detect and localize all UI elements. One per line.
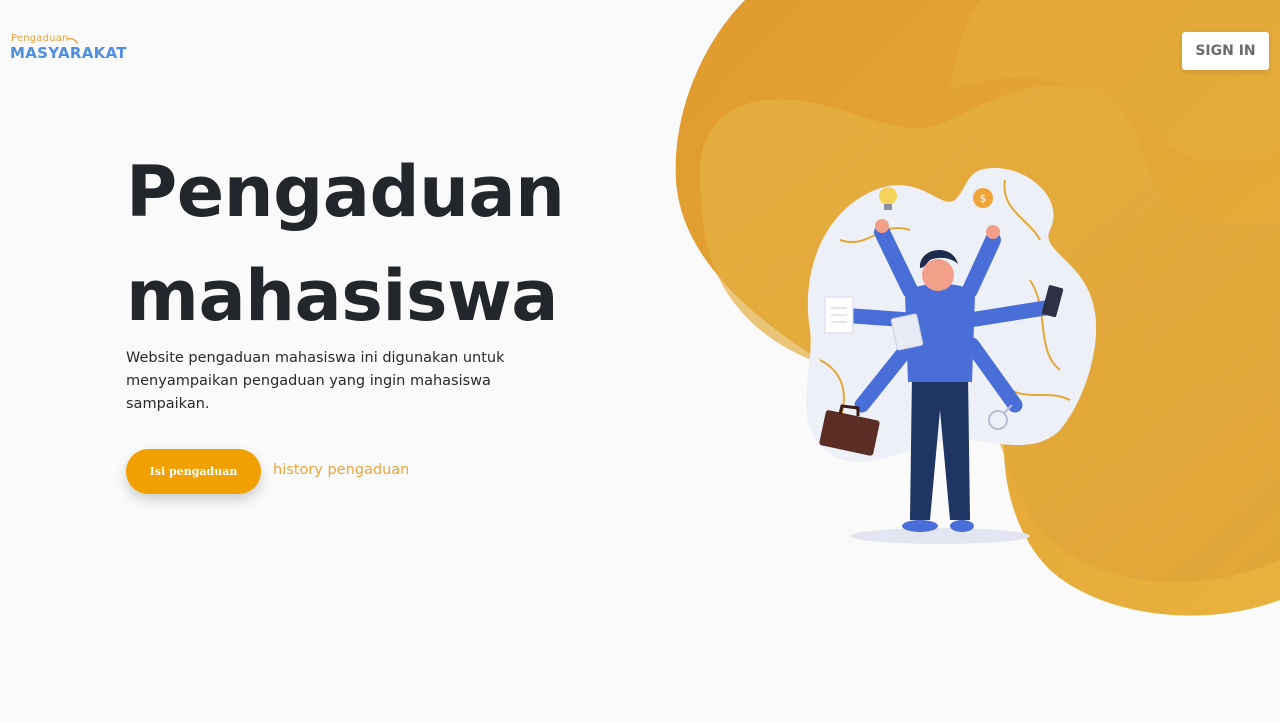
svg-text:$: $ xyxy=(980,192,987,205)
document-icon xyxy=(824,296,854,334)
hero-title-line1: Pengaduan xyxy=(126,151,565,233)
hero-description: Website pengaduan mahasiswa ini digunaka… xyxy=(126,350,505,412)
logo[interactable]: Pengaduan MASYARAKAT xyxy=(10,33,130,63)
logo-subtitle: Pengaduan xyxy=(11,33,69,44)
logo-title: MASYARAKAT xyxy=(10,44,127,62)
coin-icon: $ xyxy=(973,188,993,208)
submit-complaint-button[interactable]: Isi pengaduan xyxy=(126,449,261,494)
floor-shadow xyxy=(850,528,1030,544)
hero-title-line2: mahasiswa xyxy=(126,255,558,337)
hero-title: Pengaduan mahasiswa xyxy=(126,140,646,348)
hero-illustration: $ xyxy=(805,168,1097,544)
sign-in-button[interactable]: SIGN IN xyxy=(1182,32,1269,70)
complaint-history-link[interactable]: history pengaduan xyxy=(273,462,409,478)
